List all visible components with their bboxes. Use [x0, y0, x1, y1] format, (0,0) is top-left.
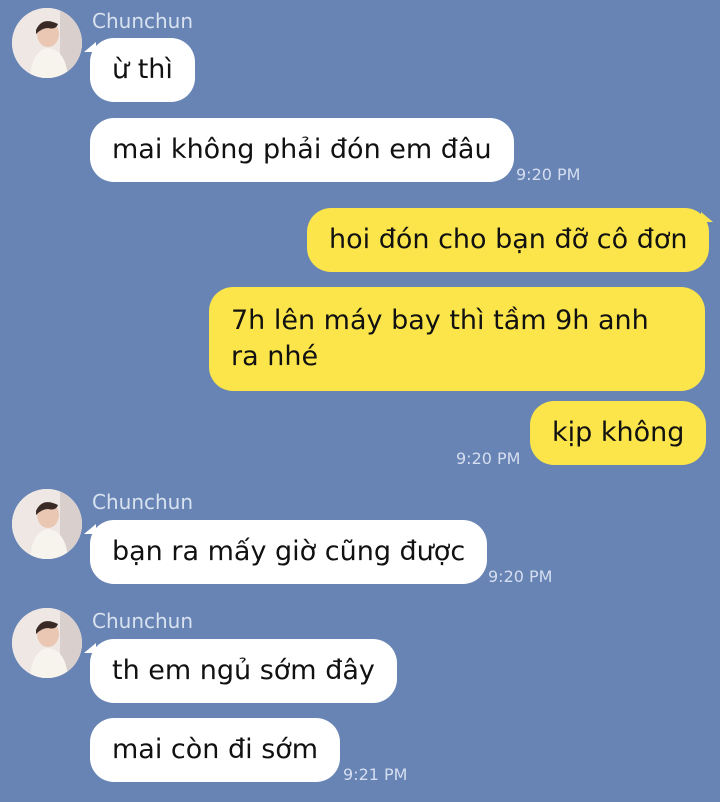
message-timestamp: 9:21 PM: [343, 765, 408, 784]
sender-name: Chunchun: [92, 490, 194, 514]
message-timestamp: 9:20 PM: [516, 165, 581, 184]
sender-name: Chunchun: [92, 9, 194, 33]
message-bubble-incoming[interactable]: mai không phải đón em đâu: [90, 118, 514, 182]
sender-name: Chunchun: [92, 609, 194, 633]
message-bubble-outgoing[interactable]: 7h lên máy bay thì tầm 9h anh ra nhé: [209, 287, 705, 391]
user-avatar-icon: [12, 608, 82, 678]
avatar[interactable]: [12, 608, 82, 678]
user-avatar-icon: [12, 8, 82, 78]
user-avatar-icon: [12, 489, 82, 559]
message-bubble-outgoing[interactable]: kịp không: [530, 401, 707, 465]
message-bubble-incoming[interactable]: th em ngủ sớm đây: [90, 639, 397, 703]
avatar[interactable]: [12, 8, 82, 78]
message-bubble-outgoing[interactable]: hoi đón cho bạn đỡ cô đơn: [307, 208, 710, 272]
message-timestamp: 9:20 PM: [456, 449, 521, 468]
message-bubble-incoming[interactable]: mai còn đi sớm: [90, 718, 341, 782]
message-timestamp: 9:20 PM: [488, 567, 553, 586]
avatar[interactable]: [12, 489, 82, 559]
message-bubble-incoming[interactable]: bạn ra mấy giờ cũng được: [90, 520, 488, 584]
message-bubble-incoming[interactable]: ừ thì: [90, 38, 195, 102]
